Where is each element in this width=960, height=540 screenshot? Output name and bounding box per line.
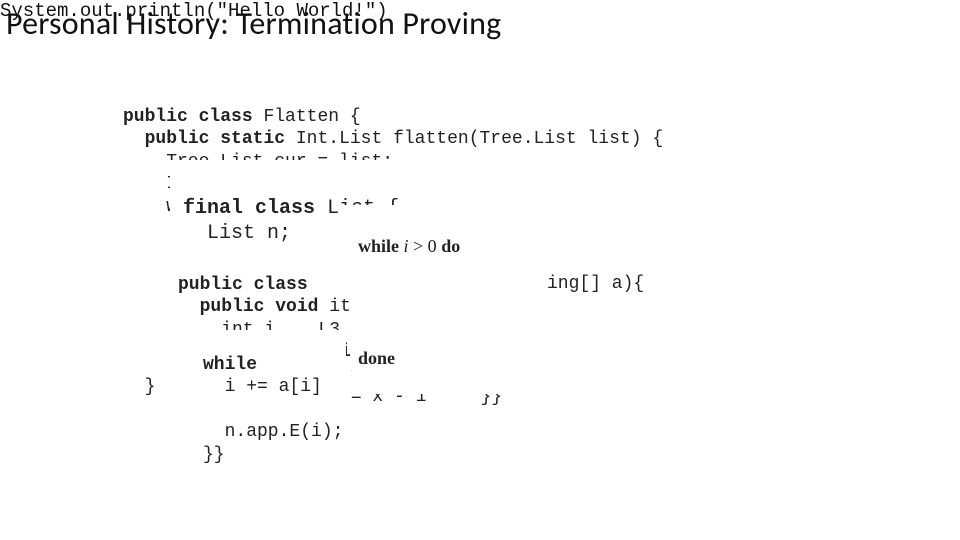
kw-while2: while (203, 355, 257, 375)
flatten-l13: } (123, 377, 155, 397)
flatten-sig: Int.List flatten(Tree.List list) { (296, 129, 663, 149)
code-fragment-ing-a: ing[] a){ (544, 272, 647, 297)
code-layer-while-a: while i += a[i] n.app.E(i); }} (200, 330, 346, 490)
slide-title: Personal History: Termination Proving (6, 4, 501, 43)
whileA-l2: i += a[i] (203, 377, 322, 397)
kw-class: class (199, 107, 253, 127)
listcls-l2: List n; (183, 222, 291, 245)
algo-done: done (358, 348, 395, 368)
kw-public4: public (200, 297, 265, 317)
whileA-l4: n.app.E(i); (203, 422, 343, 442)
kw-class3: class (254, 275, 308, 295)
kw-public: public (123, 107, 188, 127)
kw-class2: class (255, 197, 315, 220)
kw-public2: public (145, 129, 210, 149)
flatten-l1-rest: Flatten { (263, 107, 360, 127)
kw-public3: public (178, 275, 243, 295)
kw-final: final (183, 197, 243, 220)
code-layer-algo: while i > 0 do done (352, 210, 534, 394)
algo-l1: while i > 0 do (358, 236, 460, 256)
kw-void: void (275, 297, 318, 317)
whileA-l5: }} (203, 445, 225, 465)
kw-static: static (220, 129, 285, 149)
slide-stage: Personal History: Termination Proving pu… (0, 0, 960, 540)
